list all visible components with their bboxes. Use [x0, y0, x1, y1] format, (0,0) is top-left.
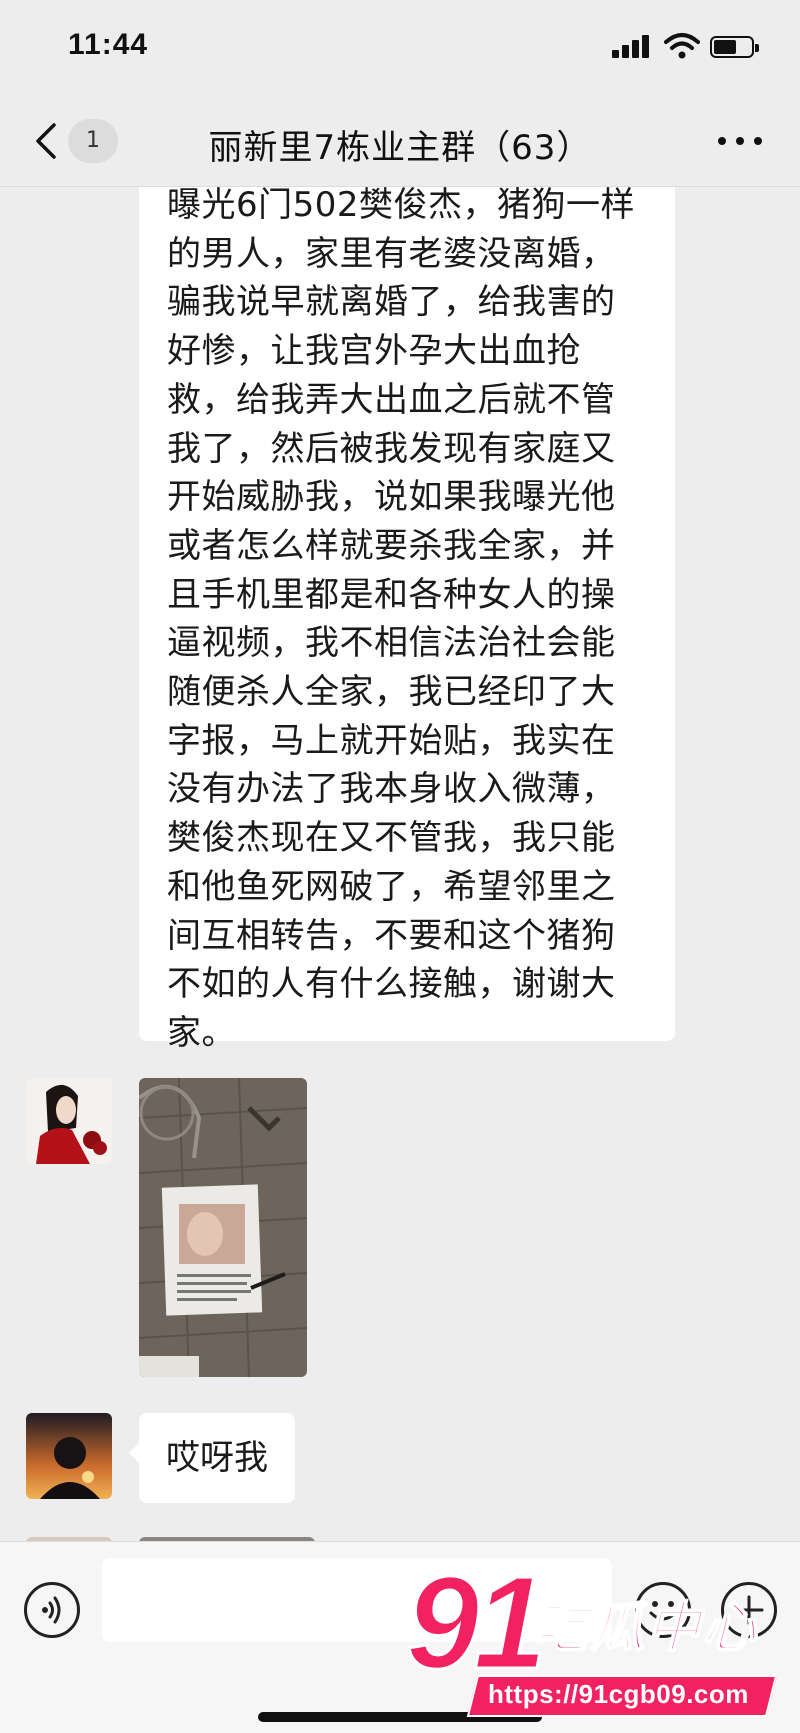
chat-header: 1 丽新里7栋业主群（63） — [0, 95, 800, 187]
status-time: 11:44 — [68, 28, 149, 61]
avatar[interactable] — [26, 1413, 112, 1499]
watermark-logo: 91 吃瓜中心 https://91cgb09.com — [402, 1548, 782, 1723]
cellular-signal-icon — [612, 34, 654, 60]
chat-title: 丽新里7栋业主群（63） — [208, 128, 592, 168]
battery-icon — [710, 36, 759, 58]
watermark-url: https://91cgb09.com — [488, 1679, 749, 1709]
watermark-name: 吃瓜中心 — [533, 1595, 758, 1660]
message-list[interactable]: 曝光6门502樊俊杰，猪狗一样的男人，家里有老婆没离婚，骗我说早就离婚了，给我害… — [0, 187, 800, 1541]
wifi-icon — [664, 33, 700, 59]
status-icons — [612, 33, 762, 60]
status-bar: 11:44 — [0, 0, 800, 95]
voice-input-button[interactable] — [24, 1582, 80, 1638]
message-text: 哎呀我 — [166, 1438, 268, 1478]
message-text: 曝光6门502樊俊杰，猪狗一样的男人，家里有老婆没离婚，骗我说早就离婚了，给我害… — [167, 187, 636, 1053]
more-options-icon[interactable] — [718, 133, 762, 149]
voice-icon — [42, 1596, 61, 1624]
image-message[interactable] — [139, 1078, 307, 1377]
message-bubble[interactable]: 哎呀我 — [129, 1413, 295, 1503]
avatar[interactable] — [26, 1078, 112, 1164]
message-bubble[interactable]: 曝光6门502樊俊杰，猪狗一样的男人，家里有老婆没离婚，骗我说早就离婚了，给我害… — [139, 187, 675, 1053]
